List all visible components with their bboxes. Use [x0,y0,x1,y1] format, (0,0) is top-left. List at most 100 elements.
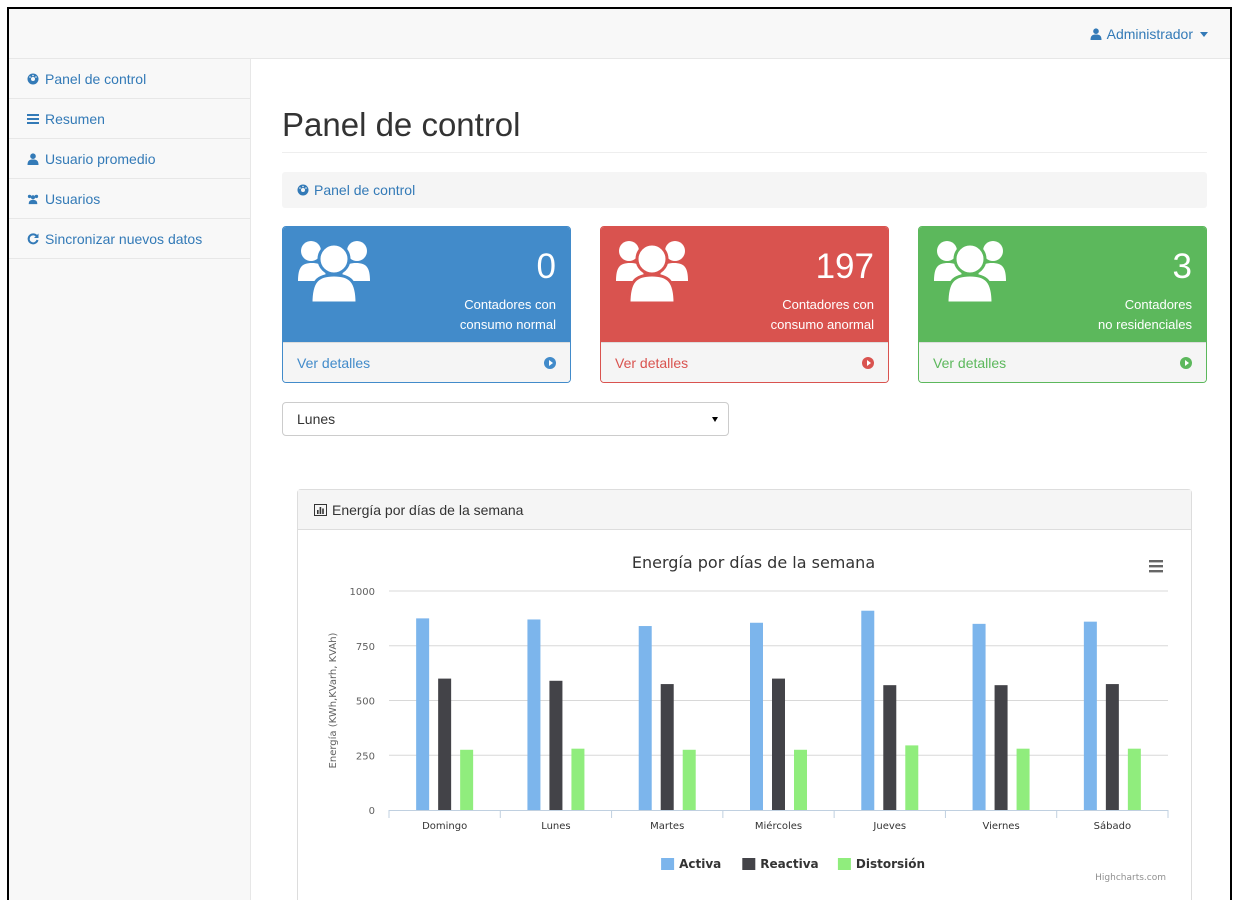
legend-item[interactable]: Reactiva [760,857,818,871]
x-tick-label: Jueves [872,821,906,832]
x-tick-label: Domingo [422,821,467,832]
title-divider [282,152,1207,153]
bar [527,619,541,810]
sidebar: Panel de control Resumen Usuario promedi… [9,59,251,900]
bar [905,745,919,810]
bar [972,623,986,810]
legend-swatch [742,858,756,870]
app-window: Administrador Panel de control Resumen U… [7,7,1232,900]
breadcrumb-item[interactable]: Panel de control [314,182,415,198]
sidebar-item-usuario-promedio[interactable]: Usuario promedio [9,139,250,179]
stat-description: Contadores con consumo anormal [771,295,874,335]
details-link[interactable]: Ver detalles [283,342,570,382]
chart-credits: Highcharts.com [1095,873,1166,883]
hamburger-menu-icon[interactable] [1149,560,1163,573]
sidebar-item-panel-de-control[interactable]: Panel de control [9,59,250,99]
bar [1083,621,1097,810]
energy-bar-chart: Energía por días de la semana 0 250 500 750 1… [327,553,1169,883]
main-content: Panel de control Panel de control 0 Cont… [252,60,1230,900]
day-select-value: Lunes [297,411,336,427]
user-icon [27,152,39,165]
bar [416,618,430,810]
x-tick-label: Sábado [1094,820,1131,832]
arrow-circle-right-icon [1180,356,1192,369]
bar [682,749,696,810]
legend-item[interactable]: Distorsión [856,857,925,871]
stat-card-normal: 0 Contadores con consumo normal Ver deta… [282,226,571,383]
x-tick-label: Lunes [541,821,570,832]
top-navbar: Administrador [9,9,1230,59]
details-link[interactable]: Ver detalles [919,342,1206,382]
arrow-circle-right-icon [862,356,874,369]
x-tick-label: Martes [650,821,684,832]
sidebar-item-label: Panel de control [45,70,147,87]
chart-title: Energía por días de la semana [632,553,875,572]
stat-card-abnormal: 197 Contadores con consumo anormal Ver d… [600,226,889,383]
stat-description-line2: consumo anormal [770,317,874,332]
x-tick-label: Miércoles [755,820,802,832]
user-icon [1090,28,1102,40]
bar [861,610,875,810]
details-link-label: Ver detalles [933,354,1007,371]
y-tick-label: 0 [369,806,375,817]
sidebar-item-label: Usuarios [45,190,101,207]
x-tick-label: Viernes [982,821,1019,832]
users-icon [298,241,370,303]
y-tick-label: 500 [356,697,375,708]
breadcrumb: Panel de control [282,172,1207,208]
stat-description: Contadores no residenciales [1098,295,1192,335]
details-link[interactable]: Ver detalles [601,342,888,382]
stat-description-line2: consumo normal [459,317,556,332]
details-link-label: Ver detalles [615,354,689,371]
details-link-label: Ver detalles [297,354,371,371]
refresh-icon [27,232,39,244]
caret-down-icon [1200,31,1208,37]
stat-description-line2: no residenciales [1098,317,1192,332]
bar [638,626,652,810]
user-menu[interactable]: Administrador [1090,26,1208,42]
stat-description-line1: Contadores [1124,297,1192,312]
dashboard-icon [297,184,309,196]
sidebar-item-label: Usuario promedio [45,150,156,167]
stat-description-line1: Contadores con [782,297,874,312]
y-tick-label: 1000 [350,587,375,598]
legend-item[interactable]: Activa [679,857,721,871]
stat-description-line1: Contadores con [464,297,556,312]
dashboard-icon [27,73,39,84]
bar [772,678,785,810]
dropdown-arrow-icon [712,416,718,422]
y-axis-label: Energía (KWh,KVarh, KVAh) [327,632,339,768]
page-title: Panel de control [282,106,521,143]
bar [1105,684,1119,810]
y-tick-label: 750 [356,642,375,653]
sidebar-item-label: Resumen [45,110,105,127]
bar [750,622,763,810]
bar [1127,748,1141,810]
stat-count: 197 [815,247,874,286]
bar-chart-icon [314,503,327,516]
legend-swatch [661,858,675,870]
users-icon [27,194,39,204]
sidebar-item-sincronizar[interactable]: Sincronizar nuevos datos [9,219,250,259]
list-icon [27,113,39,124]
stat-description: Contadores con consumo normal [460,295,556,335]
y-tick-label: 250 [356,751,375,762]
sidebar-item-usuarios[interactable]: Usuarios [9,179,250,219]
stat-count: 0 [536,247,556,286]
bar [883,685,897,810]
users-icon [616,241,688,303]
day-select[interactable]: Lunes [282,402,729,436]
users-icon [934,241,1006,303]
legend-swatch [837,858,851,870]
stat-card-non-residential: 3 Contadores no residenciales Ver detall… [918,226,1207,383]
chart-panel-heading: Energía por días de la semana [298,490,1191,530]
bar [994,685,1008,810]
bar [438,678,452,810]
bar [549,680,563,810]
chart-panel: Energía por días de la semana Energía po… [297,489,1192,900]
bar [571,748,585,810]
bar [460,749,474,810]
stat-count: 3 [1172,247,1192,286]
bar [794,749,807,810]
sidebar-item-resumen[interactable]: Resumen [9,99,250,139]
